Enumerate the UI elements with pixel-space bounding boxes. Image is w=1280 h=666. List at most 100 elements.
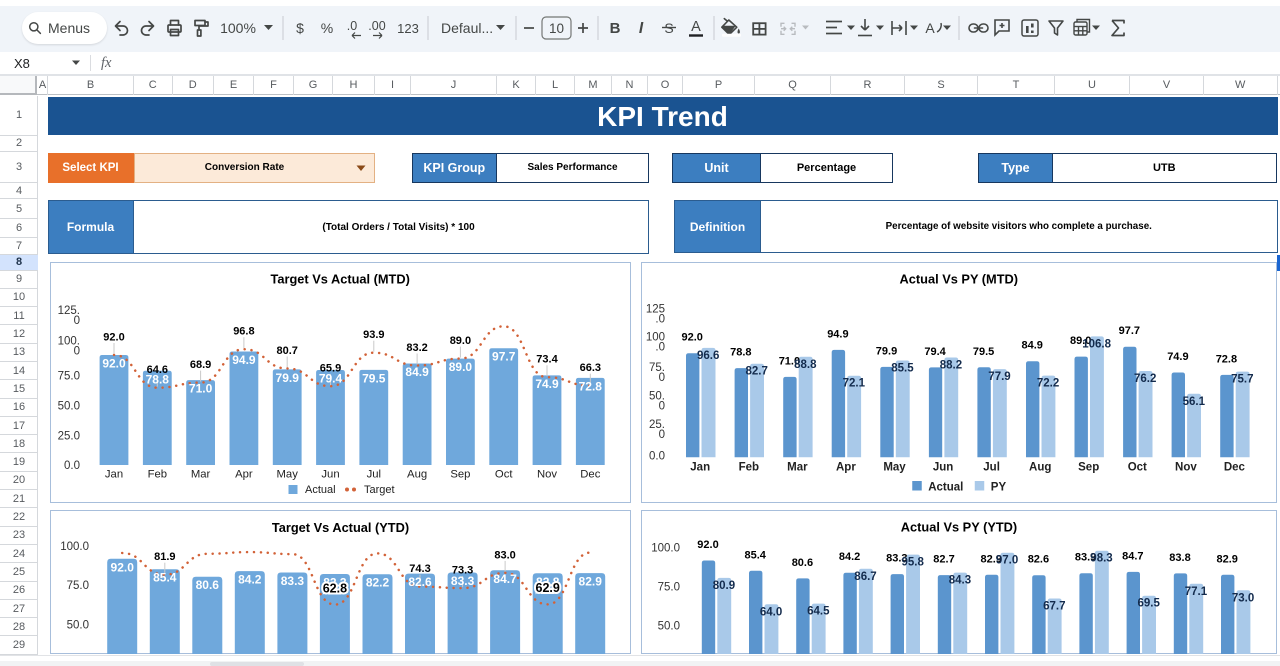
svg-text:72.2: 72.2 [1037,378,1059,390]
svg-text:68.9: 68.9 [190,359,211,371]
svg-text:98.3: 98.3 [1090,552,1112,564]
svg-text:97.7: 97.7 [492,350,516,364]
svg-text:78.8: 78.8 [146,372,170,386]
svg-text:Actual: Actual [928,482,963,494]
svg-text:95.8: 95.8 [901,556,924,568]
svg-text:94.9: 94.9 [232,353,256,367]
svg-text:82.2: 82.2 [366,576,390,590]
svg-text:May: May [883,462,906,474]
svg-text:May: May [277,469,299,481]
svg-text:.0: .0 [655,342,665,354]
svg-text:77.1: 77.1 [1184,585,1207,597]
svg-text:80.7: 80.7 [276,345,297,357]
svg-text:92.0: 92.0 [697,539,718,551]
svg-text:75.0: 75.0 [58,371,80,383]
svg-text:Nov: Nov [1175,462,1197,474]
svg-text:Sep: Sep [450,469,470,481]
svg-text:0.0: 0.0 [649,450,665,462]
svg-text:84.3: 84.3 [948,574,970,586]
svg-text:A: A [691,19,701,35]
svg-text:92.0: 92.0 [111,560,135,574]
svg-text:79.9: 79.9 [276,371,300,385]
svg-text:50.0: 50.0 [67,619,89,631]
svg-text:Oct: Oct [1128,462,1147,474]
svg-text:56.1: 56.1 [1183,396,1206,408]
svg-text:.0: .0 [655,314,665,326]
svg-text:100.0: 100.0 [60,541,89,553]
svg-text:82.6: 82.6 [408,575,432,589]
svg-text:76.2: 76.2 [1134,373,1156,385]
svg-text:82.7: 82.7 [933,553,954,565]
svg-text:94.9: 94.9 [827,328,848,340]
svg-text:Dec: Dec [1224,462,1246,474]
svg-text:123: 123 [397,21,419,36]
svg-text:96.8: 96.8 [233,326,254,338]
svg-text:Jan: Jan [105,469,123,481]
svg-text:Feb: Feb [148,469,167,481]
svg-text:Jul: Jul [983,462,1000,474]
svg-text:A: A [925,20,935,36]
svg-text:75.0: 75.0 [67,580,89,592]
svg-text:25.0: 25.0 [58,430,80,442]
svg-text:75.0: 75.0 [657,581,679,593]
svg-text:79.9: 79.9 [876,345,897,357]
svg-text:85.4: 85.4 [153,571,177,585]
svg-text:50.0: 50.0 [657,620,679,632]
svg-text:80.6: 80.6 [791,556,812,568]
svg-text:64.0: 64.0 [759,606,781,618]
svg-text:85.4: 85.4 [744,549,766,561]
svg-text:100%: 100% [220,20,256,36]
svg-text:0.0: 0.0 [64,460,80,472]
svg-text:I: I [639,20,644,37]
svg-text:84.7: 84.7 [493,572,517,586]
svg-text:74.9: 74.9 [535,377,559,391]
svg-text:93.9: 93.9 [363,329,384,341]
svg-text:71.0: 71.0 [189,382,213,396]
svg-text:97.7: 97.7 [1119,325,1140,337]
svg-text:83.0: 83.0 [494,549,515,561]
svg-text:106.8: 106.8 [1082,338,1111,350]
svg-text:84.2: 84.2 [238,573,262,587]
svg-text:0: 0 [74,315,80,327]
svg-text:0: 0 [659,372,665,384]
svg-text:79.4: 79.4 [319,372,343,386]
svg-text:Actual Vs PY (MTD): Actual Vs PY (MTD) [900,272,1019,287]
svg-text:84.2: 84.2 [838,551,859,563]
svg-text:Mar: Mar [787,462,808,474]
svg-text:Target: Target [364,484,395,496]
svg-text:78.8: 78.8 [730,347,751,359]
svg-text:Dec: Dec [580,469,600,481]
svg-text:0: 0 [74,345,80,357]
svg-text:69.5: 69.5 [1137,597,1160,609]
svg-text:Jan: Jan [690,462,710,474]
svg-text:Mar: Mar [191,469,211,481]
svg-text:72.1: 72.1 [843,378,866,390]
svg-text:92.0: 92.0 [102,357,126,371]
svg-text:89.0: 89.0 [450,335,471,347]
svg-text:Aug: Aug [1029,462,1051,474]
svg-text:80.6: 80.6 [196,578,220,592]
svg-text:79.4: 79.4 [924,346,946,358]
svg-text:82.9: 82.9 [1216,553,1237,565]
svg-text:74.3: 74.3 [409,563,430,575]
svg-text:100.0: 100.0 [651,542,680,554]
svg-text:92.0: 92.0 [103,332,124,344]
svg-text:0: 0 [659,429,665,441]
svg-text:Oct: Oct [495,469,513,481]
svg-text:Feb: Feb [739,462,759,474]
svg-text:75.7: 75.7 [1231,374,1253,386]
svg-text:PY: PY [991,482,1007,494]
svg-text:64.5: 64.5 [807,605,830,617]
svg-text:84.9: 84.9 [1021,340,1042,352]
svg-text:83.3: 83.3 [281,574,305,588]
svg-text:Jun: Jun [933,462,953,474]
svg-text:82.9: 82.9 [579,575,603,589]
svg-text:84.9: 84.9 [405,365,429,379]
svg-text:73.0: 73.0 [1231,592,1253,604]
svg-text:72.8: 72.8 [579,379,603,393]
svg-text:83.2: 83.2 [406,342,427,354]
svg-text:79.5: 79.5 [973,346,994,358]
svg-text:96.6: 96.6 [697,350,719,362]
svg-text:.0: .0 [347,19,357,33]
svg-text:82.7: 82.7 [746,366,768,378]
